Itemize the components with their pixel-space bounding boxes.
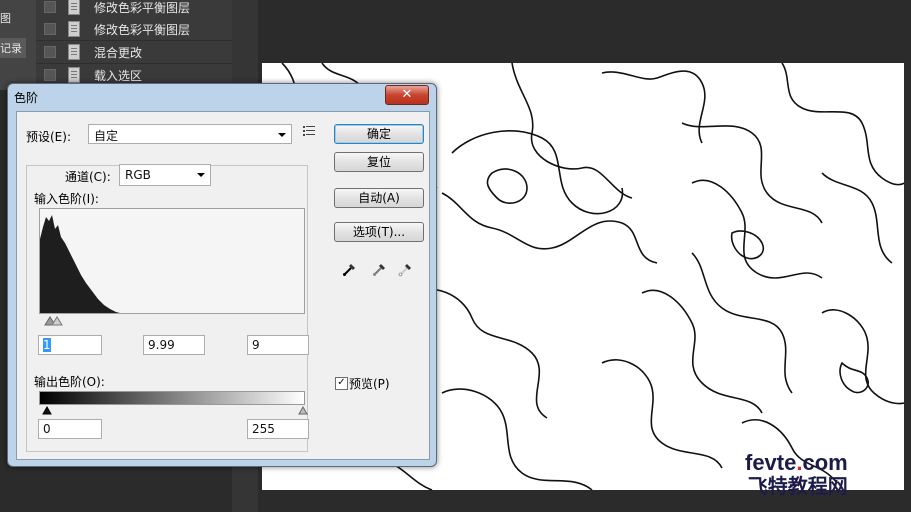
dialog-titlebar[interactable]: 色阶 ✕ (8, 84, 436, 108)
history-item[interactable]: 修改色彩平衡图层 (36, 0, 232, 19)
watermark-text-cn: 飞特教程网 (747, 474, 848, 498)
auto-button[interactable]: 自动(A) (334, 188, 424, 208)
dialog-title: 色阶 (14, 91, 39, 105)
chevron-down-icon (197, 173, 205, 177)
options-button[interactable]: 选项(T)... (334, 222, 424, 242)
dialog-client: 预设(E): 自定 通道(C): RGB 输入色阶(I): 1 9.99 9 输… (16, 111, 430, 460)
preset-options-icon[interactable] (303, 126, 315, 136)
document-icon (68, 21, 80, 37)
ok-button[interactable]: 确定 (334, 124, 424, 144)
preview-checkbox[interactable]: ✓ (335, 377, 348, 390)
input-levels-label: 输入色阶(I): (34, 192, 99, 206)
document-icon (68, 44, 80, 60)
history-item-label: 混合更改 (94, 46, 143, 60)
history-item[interactable]: 混合更改 (36, 41, 232, 64)
history-panel: 图 记录 修改色彩平衡图层 修改色彩平衡图层 混合更改 载入选区 (0, 0, 232, 90)
input-sliders[interactable] (44, 314, 74, 326)
panel-tab-history[interactable]: 记录 (0, 38, 26, 58)
watermark-text: fevte (745, 450, 797, 475)
history-item-label: 修改色彩平衡图层 (94, 23, 191, 37)
document-icon (68, 0, 80, 15)
white-eyedropper-icon[interactable] (398, 261, 414, 277)
history-checkbox[interactable] (44, 46, 56, 58)
history-item[interactable]: 修改色彩平衡图层 (36, 18, 232, 41)
history-checkbox[interactable] (44, 69, 56, 81)
channel-value: RGB (125, 168, 151, 182)
output-black-field[interactable]: 0 (38, 419, 102, 439)
channel-label: 通道(C): (62, 168, 114, 185)
preview-label: 预览(P) (349, 377, 390, 391)
panel-tab-label[interactable]: 图 (0, 10, 11, 26)
histogram (39, 208, 305, 314)
gray-eyedropper-icon[interactable] (372, 261, 388, 277)
levels-dialog: 色阶 ✕ 预设(E): 自定 通道(C): RGB 输入色阶(I): 1 9.9… (7, 83, 437, 467)
chevron-down-icon (278, 133, 286, 137)
preset-select[interactable]: 自定 (88, 124, 292, 144)
history-checkbox[interactable] (44, 23, 56, 35)
black-eyedropper-icon[interactable] (342, 261, 358, 277)
preset-value: 自定 (94, 129, 119, 143)
preset-label: 预设(E): (26, 130, 71, 144)
close-button[interactable]: ✕ (385, 85, 429, 105)
watermark-text: com (802, 450, 848, 475)
input-white-field[interactable]: 9 (247, 335, 309, 355)
history-item-label: 修改色彩平衡图层 (94, 1, 191, 15)
document-icon (68, 67, 80, 83)
output-levels-label: 输出色阶(O): (34, 375, 105, 389)
input-gamma-field[interactable]: 9.99 (143, 335, 205, 355)
output-white-field[interactable]: 255 (247, 419, 309, 439)
history-item-label: 载入选区 (94, 69, 143, 83)
history-checkbox[interactable] (44, 1, 56, 13)
histogram-graph (40, 209, 304, 313)
panel-tab-column: 图 记录 (0, 0, 36, 90)
channel-select[interactable]: RGB (119, 164, 211, 186)
site-watermark: fevte.com 飞特教程网 (745, 450, 848, 498)
input-black-field[interactable]: 1 (38, 335, 102, 355)
reset-button[interactable]: 复位 (334, 152, 424, 172)
output-sliders[interactable] (42, 403, 310, 415)
